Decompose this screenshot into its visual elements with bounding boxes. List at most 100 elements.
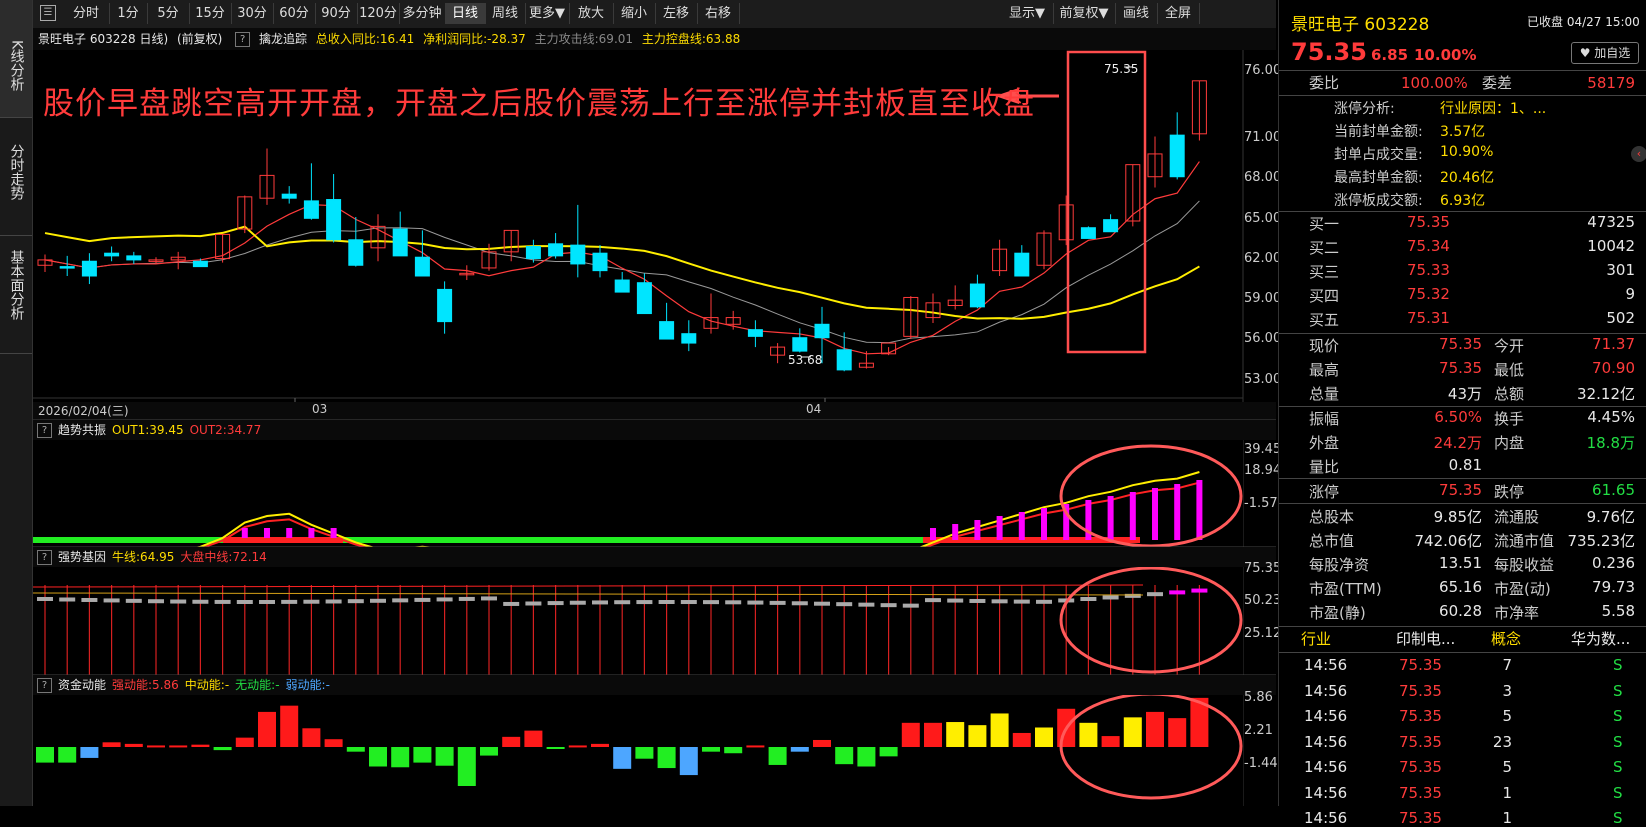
gene-bar [192,599,209,604]
bid-qty: 47325 [1587,213,1635,231]
tab-kline[interactable]: K线分析 [0,0,32,118]
toolbar-button-18[interactable]: 画线 [1115,3,1158,24]
quote-label: 最低 [1494,361,1525,379]
limit-analysis-value: 6.93亿 [1440,193,1486,209]
money-bar [102,742,121,747]
help-icon[interactable]: ? [37,550,52,565]
gene-bar [170,599,187,604]
toolbar-button-3[interactable]: 15分 [189,3,232,24]
quote-panel: 景旺电子 603228 已收盘 04/27 15:00 75.35 6.85 1… [1278,0,1646,827]
tick-price: 75.35 [1399,809,1442,827]
gene-bar [259,599,275,604]
money-bar [191,744,210,747]
tick-time: 14:56 [1304,681,1348,700]
toolbar-button-0[interactable]: 分时 [63,3,110,24]
tick-price: 75.35 [1399,707,1442,725]
add-favorite-button[interactable]: ♥ 加自选 [1571,42,1639,64]
toolbar-button-17[interactable]: 前复权▼ [1053,3,1116,24]
quote-label: 总市值 [1309,532,1355,550]
money-bar [1146,711,1164,747]
sub-axis-label: 50.23 [1244,593,1282,608]
toolbar-button-16[interactable]: 显示▼ [1001,3,1054,24]
chart-info-bar: 景旺电子 603228 日线) (前复权) ? 擒龙追踪 总收入同比:16.41… [33,28,1276,50]
toolbar-button-14[interactable]: 左移 [655,3,698,24]
tick-time: 14:56 [1304,783,1348,802]
tick-side: S [1613,783,1623,802]
gene-bar [103,598,120,603]
money-panel-header: ? 资金动能 强动能:5.86 中动能:- 无动能:- 弱动能:- [33,675,1276,695]
tick-qty: 5 [1502,758,1512,776]
gene-bar [392,598,409,603]
tick-side: S [1613,758,1623,776]
money-bar [169,745,188,748]
candle-body [281,193,297,199]
gene-bar [148,599,164,604]
tick-side: S [1613,656,1623,674]
trend-magenta-bar [974,520,981,540]
toolbar-button-6[interactable]: 90分 [315,3,358,24]
tab-fundamentals[interactable]: 基本面分析 [0,236,32,354]
toolbar-button-12[interactable]: 放大 [569,3,614,24]
candle-body [1080,227,1096,239]
quote-label: 流通股 [1494,508,1540,526]
help-icon[interactable]: ? [235,32,251,47]
toolbar-button-19[interactable]: 全屏 [1157,3,1200,24]
quote-value: 6.50% [1434,408,1482,426]
quote-value: 4.45% [1587,408,1635,426]
quote-label: 今开 [1494,337,1525,355]
money-bar [1079,722,1098,747]
limit-analysis-value: 行业原因：1、... [1440,101,1547,117]
gene-bar [791,601,808,606]
box-icon[interactable]: ☰ [40,5,56,21]
money-bar [835,747,854,765]
bid-price: 75.31 [1407,309,1450,327]
price-axis-label: 71.00 [1244,130,1282,146]
quote-value: 9.85亿 [1433,508,1482,526]
money-bar [480,747,498,756]
profit-yoy: 净利润同比:-28.37 [423,32,526,46]
toolbar-button-15[interactable]: 右移 [697,3,740,24]
candle-body [548,243,564,257]
toolbar-button-10[interactable]: 周线 [485,3,526,24]
adjust-mode: (前复权) [176,32,223,46]
quote-value: 735.23亿 [1567,532,1636,550]
gene-bar [703,600,719,605]
candle-body [592,252,608,272]
price-axis-label: 62.00 [1244,250,1282,266]
price-axis-label: 56.00 [1244,331,1282,347]
money-bar [58,747,77,763]
tick-side: S [1613,681,1623,700]
toolbar-button-9[interactable]: 日线 [445,3,486,24]
money-bar [1168,718,1187,747]
gene-bar [836,602,853,607]
toolbar-button-11[interactable]: 更多▼ [525,3,570,24]
toolbar-button-8[interactable]: 多分钟 [399,3,446,24]
money-bar [147,745,165,748]
quote-label: 市盈(静) [1309,604,1366,622]
limit-analysis-label: 最高封单金额: [1334,170,1423,186]
quote-stock-name: 景旺电子 603228 [1291,15,1430,35]
toolbar-button-13[interactable]: 缩小 [613,3,656,24]
quote-value: 32.12亿 [1577,385,1635,403]
gene-bar [458,596,475,601]
money-bar [679,747,698,776]
candle-body [969,283,985,308]
tab-intraday[interactable]: 分时走势 [0,118,32,236]
money-bar [435,747,454,766]
toolbar-button-2[interactable]: 5分 [147,3,190,24]
toolbar-button-7[interactable]: 120分 [357,3,400,24]
high-marker: 75.35 [1104,62,1139,76]
money-bar [1035,727,1053,747]
help-icon[interactable]: ? [37,423,52,438]
gene-bar [680,600,697,605]
toolbar-button-5[interactable]: 60分 [273,3,316,24]
toolbar-button-4[interactable]: 30分 [231,3,274,24]
trend-green-bar [33,537,923,543]
toolbar-button-1[interactable]: 1分 [109,3,148,24]
market-status: 已收盘 04/27 15:00 [1527,15,1640,29]
money-bar [457,747,476,786]
collapse-icon[interactable]: ‹ [1631,146,1646,162]
chart-annotation: 股价早盘跳空高开开盘，开盘之后股价震荡上行至涨停并封板直至收盘 [43,86,1035,122]
help-icon[interactable]: ? [37,678,52,693]
money-bar [635,747,654,759]
